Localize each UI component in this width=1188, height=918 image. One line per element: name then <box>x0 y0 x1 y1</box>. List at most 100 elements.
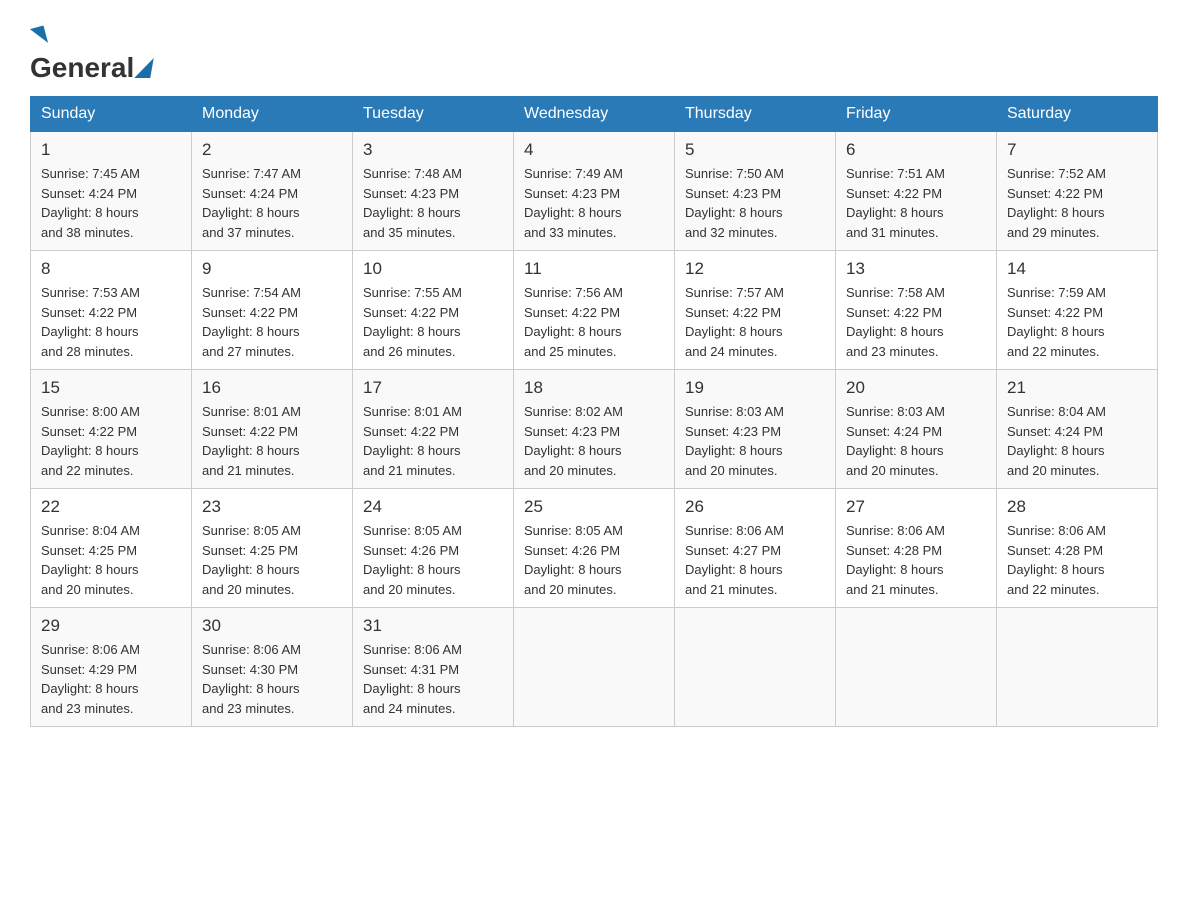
calendar-cell: 9 Sunrise: 7:54 AM Sunset: 4:22 PM Dayli… <box>192 251 353 370</box>
calendar-cell: 22 Sunrise: 8:04 AM Sunset: 4:25 PM Dayl… <box>31 489 192 608</box>
calendar-cell: 10 Sunrise: 7:55 AM Sunset: 4:22 PM Dayl… <box>353 251 514 370</box>
calendar-cell: 16 Sunrise: 8:01 AM Sunset: 4:22 PM Dayl… <box>192 370 353 489</box>
day-info: Sunrise: 7:48 AM Sunset: 4:23 PM Dayligh… <box>363 164 503 242</box>
day-number: 28 <box>1007 497 1147 517</box>
calendar-cell: 29 Sunrise: 8:06 AM Sunset: 4:29 PM Dayl… <box>31 608 192 727</box>
day-number: 4 <box>524 140 664 160</box>
day-number: 5 <box>685 140 825 160</box>
calendar-cell: 21 Sunrise: 8:04 AM Sunset: 4:24 PM Dayl… <box>997 370 1158 489</box>
day-number: 26 <box>685 497 825 517</box>
calendar-table: SundayMondayTuesdayWednesdayThursdayFrid… <box>30 96 1158 727</box>
day-info: Sunrise: 7:50 AM Sunset: 4:23 PM Dayligh… <box>685 164 825 242</box>
calendar-cell: 26 Sunrise: 8:06 AM Sunset: 4:27 PM Dayl… <box>675 489 836 608</box>
weekday-header-monday: Monday <box>192 97 353 132</box>
day-number: 22 <box>41 497 181 517</box>
calendar-cell: 27 Sunrise: 8:06 AM Sunset: 4:28 PM Dayl… <box>836 489 997 608</box>
day-info: Sunrise: 8:06 AM Sunset: 4:29 PM Dayligh… <box>41 640 181 718</box>
day-number: 31 <box>363 616 503 636</box>
day-info: Sunrise: 7:47 AM Sunset: 4:24 PM Dayligh… <box>202 164 342 242</box>
day-number: 15 <box>41 378 181 398</box>
calendar-cell: 15 Sunrise: 8:00 AM Sunset: 4:22 PM Dayl… <box>31 370 192 489</box>
day-number: 2 <box>202 140 342 160</box>
day-info: Sunrise: 7:55 AM Sunset: 4:22 PM Dayligh… <box>363 283 503 361</box>
week-row-5: 29 Sunrise: 8:06 AM Sunset: 4:29 PM Dayl… <box>31 608 1158 727</box>
calendar-cell: 28 Sunrise: 8:06 AM Sunset: 4:28 PM Dayl… <box>997 489 1158 608</box>
day-number: 24 <box>363 497 503 517</box>
weekday-header-wednesday: Wednesday <box>514 97 675 132</box>
calendar-cell: 8 Sunrise: 7:53 AM Sunset: 4:22 PM Dayli… <box>31 251 192 370</box>
day-number: 14 <box>1007 259 1147 279</box>
day-number: 9 <box>202 259 342 279</box>
calendar-cell: 18 Sunrise: 8:02 AM Sunset: 4:23 PM Dayl… <box>514 370 675 489</box>
calendar-cell: 14 Sunrise: 7:59 AM Sunset: 4:22 PM Dayl… <box>997 251 1158 370</box>
weekday-header-thursday: Thursday <box>675 97 836 132</box>
weekday-header-tuesday: Tuesday <box>353 97 514 132</box>
day-info: Sunrise: 8:01 AM Sunset: 4:22 PM Dayligh… <box>363 402 503 480</box>
calendar-cell: 20 Sunrise: 8:03 AM Sunset: 4:24 PM Dayl… <box>836 370 997 489</box>
day-info: Sunrise: 7:57 AM Sunset: 4:22 PM Dayligh… <box>685 283 825 361</box>
day-info: Sunrise: 8:05 AM Sunset: 4:26 PM Dayligh… <box>363 521 503 599</box>
day-info: Sunrise: 7:58 AM Sunset: 4:22 PM Dayligh… <box>846 283 986 361</box>
day-info: Sunrise: 7:49 AM Sunset: 4:23 PM Dayligh… <box>524 164 664 242</box>
calendar-cell: 23 Sunrise: 8:05 AM Sunset: 4:25 PM Dayl… <box>192 489 353 608</box>
day-number: 25 <box>524 497 664 517</box>
calendar-cell: 12 Sunrise: 7:57 AM Sunset: 4:22 PM Dayl… <box>675 251 836 370</box>
weekday-header-friday: Friday <box>836 97 997 132</box>
day-info: Sunrise: 8:01 AM Sunset: 4:22 PM Dayligh… <box>202 402 342 480</box>
day-number: 23 <box>202 497 342 517</box>
day-number: 1 <box>41 140 181 160</box>
day-number: 10 <box>363 259 503 279</box>
calendar-cell: 19 Sunrise: 8:03 AM Sunset: 4:23 PM Dayl… <box>675 370 836 489</box>
calendar-cell: 7 Sunrise: 7:52 AM Sunset: 4:22 PM Dayli… <box>997 132 1158 251</box>
calendar-cell: 24 Sunrise: 8:05 AM Sunset: 4:26 PM Dayl… <box>353 489 514 608</box>
day-info: Sunrise: 8:06 AM Sunset: 4:27 PM Dayligh… <box>685 521 825 599</box>
day-info: Sunrise: 8:06 AM Sunset: 4:28 PM Dayligh… <box>1007 521 1147 599</box>
calendar-cell <box>997 608 1158 727</box>
day-number: 8 <box>41 259 181 279</box>
weekday-header-sunday: Sunday <box>31 97 192 132</box>
calendar-cell: 3 Sunrise: 7:48 AM Sunset: 4:23 PM Dayli… <box>353 132 514 251</box>
week-row-2: 8 Sunrise: 7:53 AM Sunset: 4:22 PM Dayli… <box>31 251 1158 370</box>
day-number: 13 <box>846 259 986 279</box>
week-row-3: 15 Sunrise: 8:00 AM Sunset: 4:22 PM Dayl… <box>31 370 1158 489</box>
calendar-cell: 5 Sunrise: 7:50 AM Sunset: 4:23 PM Dayli… <box>675 132 836 251</box>
day-info: Sunrise: 7:45 AM Sunset: 4:24 PM Dayligh… <box>41 164 181 242</box>
day-number: 17 <box>363 378 503 398</box>
day-info: Sunrise: 7:51 AM Sunset: 4:22 PM Dayligh… <box>846 164 986 242</box>
logo-triangle-icon <box>135 58 155 78</box>
day-info: Sunrise: 8:05 AM Sunset: 4:26 PM Dayligh… <box>524 521 664 599</box>
page-header: General <box>30 20 1158 76</box>
day-number: 20 <box>846 378 986 398</box>
day-info: Sunrise: 8:02 AM Sunset: 4:23 PM Dayligh… <box>524 402 664 480</box>
day-number: 3 <box>363 140 503 160</box>
day-info: Sunrise: 7:56 AM Sunset: 4:22 PM Dayligh… <box>524 283 664 361</box>
calendar-cell <box>836 608 997 727</box>
weekday-header-row: SundayMondayTuesdayWednesdayThursdayFrid… <box>31 97 1158 132</box>
day-info: Sunrise: 8:06 AM Sunset: 4:30 PM Dayligh… <box>202 640 342 718</box>
day-info: Sunrise: 8:04 AM Sunset: 4:25 PM Dayligh… <box>41 521 181 599</box>
calendar-cell: 2 Sunrise: 7:47 AM Sunset: 4:24 PM Dayli… <box>192 132 353 251</box>
day-number: 30 <box>202 616 342 636</box>
day-number: 6 <box>846 140 986 160</box>
calendar-cell: 13 Sunrise: 7:58 AM Sunset: 4:22 PM Dayl… <box>836 251 997 370</box>
calendar-cell <box>675 608 836 727</box>
week-row-4: 22 Sunrise: 8:04 AM Sunset: 4:25 PM Dayl… <box>31 489 1158 608</box>
day-number: 11 <box>524 259 664 279</box>
day-number: 16 <box>202 378 342 398</box>
calendar-cell: 4 Sunrise: 7:49 AM Sunset: 4:23 PM Dayli… <box>514 132 675 251</box>
logo: General <box>30 20 154 76</box>
day-info: Sunrise: 8:03 AM Sunset: 4:24 PM Dayligh… <box>846 402 986 480</box>
day-number: 7 <box>1007 140 1147 160</box>
day-info: Sunrise: 7:59 AM Sunset: 4:22 PM Dayligh… <box>1007 283 1147 361</box>
logo-general-text2: General <box>30 52 134 84</box>
day-number: 19 <box>685 378 825 398</box>
day-info: Sunrise: 8:05 AM Sunset: 4:25 PM Dayligh… <box>202 521 342 599</box>
calendar-cell: 17 Sunrise: 8:01 AM Sunset: 4:22 PM Dayl… <box>353 370 514 489</box>
day-info: Sunrise: 8:04 AM Sunset: 4:24 PM Dayligh… <box>1007 402 1147 480</box>
day-number: 27 <box>846 497 986 517</box>
day-info: Sunrise: 7:54 AM Sunset: 4:22 PM Dayligh… <box>202 283 342 361</box>
calendar-cell: 11 Sunrise: 7:56 AM Sunset: 4:22 PM Dayl… <box>514 251 675 370</box>
day-info: Sunrise: 8:03 AM Sunset: 4:23 PM Dayligh… <box>685 402 825 480</box>
day-info: Sunrise: 7:53 AM Sunset: 4:22 PM Dayligh… <box>41 283 181 361</box>
day-number: 12 <box>685 259 825 279</box>
